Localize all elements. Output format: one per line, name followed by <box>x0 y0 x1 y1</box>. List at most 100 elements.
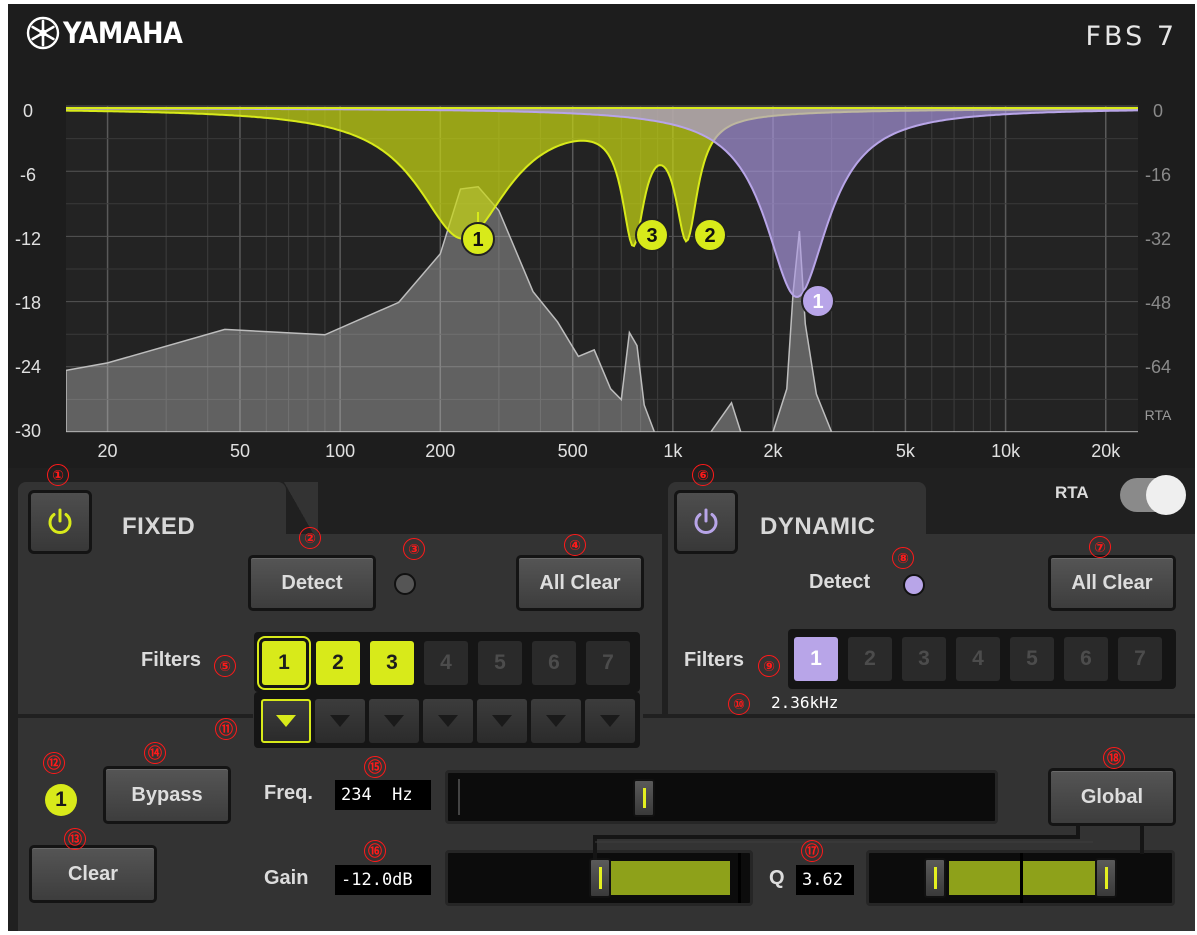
callout-marker: ⑬ <box>64 828 86 850</box>
fixed-filter-2-marker[interactable]: 2 <box>693 218 727 252</box>
x-tick: 500 <box>558 441 588 461</box>
gain-slider-thumb[interactable] <box>589 858 611 898</box>
clear-button[interactable]: Clear <box>29 845 157 903</box>
header-bar: YAMAHA FBS 7 <box>8 4 1195 68</box>
fixed-filter-button-1[interactable]: 1 <box>257 636 311 690</box>
rta-toggle[interactable] <box>1120 475 1186 515</box>
callout-marker: ⑥ <box>692 464 714 486</box>
callout-marker: ① <box>47 464 69 486</box>
dynamic-title: DYNAMIC <box>760 513 876 540</box>
dynamic-all-clear-button[interactable]: All Clear <box>1048 555 1176 611</box>
x-tick: 20 <box>98 441 118 461</box>
fixed-filter-3-marker[interactable]: 3 <box>635 218 669 252</box>
x-tick: 5k <box>896 441 916 461</box>
x-tick: 2k <box>764 441 784 461</box>
dynamic-filter-button-5[interactable]: 5 <box>1010 637 1054 681</box>
y-left-tick: -12 <box>15 229 41 249</box>
q-slider-left-thumb[interactable] <box>924 858 946 898</box>
dynamic-filter-button-3[interactable]: 3 <box>902 637 946 681</box>
fixed-filter-button-2[interactable]: 2 <box>316 641 360 685</box>
fixed-filter-select-button-1[interactable] <box>261 699 311 743</box>
dynamic-filters-label: Filters <box>684 649 745 671</box>
q-slider-right-thumb[interactable] <box>1095 858 1117 898</box>
fixed-filter-select-button-5[interactable] <box>477 699 527 743</box>
callout-marker: ⑱ <box>1103 747 1125 769</box>
eq-graph[interactable]: 0 -6 -12 -18 -24 -30 0 -16 -32 -48 -64 RTA 20 50 100… <box>8 68 1195 468</box>
dynamic-filter-1-marker[interactable]: 1 <box>801 284 835 318</box>
x-tick: 1k <box>663 441 683 461</box>
fbs7-window: YAMAHA FBS 7 0 -6 -12 -18 -24 -30 0 -16 -32 -48 -… <box>8 4 1195 931</box>
fixed-all-clear-button[interactable]: All Clear <box>516 555 644 611</box>
callout-marker: ⑰ <box>801 840 823 862</box>
fixed-title: FIXED <box>122 513 196 540</box>
y-left-tick: -18 <box>15 293 41 313</box>
fixed-filter-button-6[interactable]: 6 <box>532 641 576 685</box>
y-right-tick: 0 <box>1153 101 1163 121</box>
q-label: Q <box>769 867 785 889</box>
y-left-tick: -24 <box>15 357 41 377</box>
callout-marker: ⑤ <box>214 655 236 677</box>
y-right-tick: -48 <box>1145 293 1171 313</box>
fixed-filter-select-button-6[interactable] <box>531 699 581 743</box>
x-tick: 50 <box>230 441 250 461</box>
freq-slider-thumb[interactable] <box>633 779 655 817</box>
callout-marker: ⑫ <box>43 752 65 774</box>
dynamic-filter-button-2[interactable]: 2 <box>848 637 892 681</box>
rta-toggle-knob <box>1146 475 1186 515</box>
bypass-button[interactable]: Bypass <box>103 766 231 824</box>
gain-label: Gain <box>264 867 309 889</box>
callout-marker: ⑩ <box>728 693 750 715</box>
brand: YAMAHA <box>26 16 199 50</box>
rta-toggle-label: RTA <box>1055 483 1089 502</box>
fixed-filter-2-label: 2 <box>704 225 715 247</box>
callout-marker: ⑭ <box>144 742 166 764</box>
global-button[interactable]: Global <box>1048 768 1176 826</box>
fixed-detect-button[interactable]: Detect <box>248 555 376 611</box>
freq-slider[interactable] <box>445 770 998 824</box>
global-link-lines <box>593 824 1144 860</box>
dynamic-filter-button-1[interactable]: 1 <box>794 637 838 681</box>
fixed-filter-select-button-2[interactable] <box>315 699 365 743</box>
triangle-down-icon <box>600 715 620 727</box>
gain-readout: -12.0dB <box>335 865 431 895</box>
triangle-down-icon <box>276 715 296 727</box>
selected-filter-badge: 1 <box>45 784 77 816</box>
fixed-power-button[interactable] <box>28 490 92 554</box>
fixed-filter-button-5[interactable]: 5 <box>478 641 522 685</box>
triangle-down-icon <box>384 715 404 727</box>
q-slider-fill <box>949 861 1099 895</box>
fixed-filter-select-button-3[interactable] <box>369 699 419 743</box>
fixed-filter-select-button-7[interactable] <box>585 699 635 743</box>
fixed-filters-label: Filters <box>141 649 202 671</box>
y-left-tick: -6 <box>20 165 36 185</box>
dynamic-power-button[interactable] <box>674 490 738 554</box>
dynamic-filter-button-7[interactable]: 7 <box>1118 637 1162 681</box>
brand-name: YAMAHA <box>63 16 183 50</box>
y-left-tick: -30 <box>15 421 41 441</box>
x-tick: 100 <box>325 441 355 461</box>
callout-marker: ⑨ <box>758 655 780 677</box>
q-readout: 3.62 <box>796 865 854 895</box>
fixed-filter-button-7[interactable]: 7 <box>586 641 630 685</box>
fixed-detect-indicator <box>394 573 416 595</box>
fixed-filter-button-3[interactable]: 3 <box>370 641 414 685</box>
triangle-down-icon <box>546 715 566 727</box>
y-right-tick: -32 <box>1145 229 1171 249</box>
fixed-filter-select-button-4[interactable] <box>423 699 473 743</box>
dynamic-filter-button-6[interactable]: 6 <box>1064 637 1108 681</box>
callout-marker: ④ <box>564 534 586 556</box>
x-tick: 200 <box>425 441 455 461</box>
eq-graph-canvas: 0 -6 -12 -18 -24 -30 0 -16 -32 -48 -64 RTA 20 50 100… <box>15 101 1172 461</box>
x-tick: 20k <box>1091 441 1121 461</box>
product-name: FBS 7 <box>1085 21 1177 52</box>
freq-readout: 234 Hz <box>335 780 431 810</box>
callout-marker: ⑯ <box>364 840 386 862</box>
callout-marker: ② <box>299 527 321 549</box>
triangle-down-icon <box>438 715 458 727</box>
freq-slider-start-mark <box>458 779 460 815</box>
dynamic-filter-button-4[interactable]: 4 <box>956 637 1000 681</box>
callout-marker: ⑧ <box>892 547 914 569</box>
freq-label: Freq. <box>264 782 313 804</box>
fixed-filter-button-4[interactable]: 4 <box>424 641 468 685</box>
triangle-down-icon <box>330 715 350 727</box>
